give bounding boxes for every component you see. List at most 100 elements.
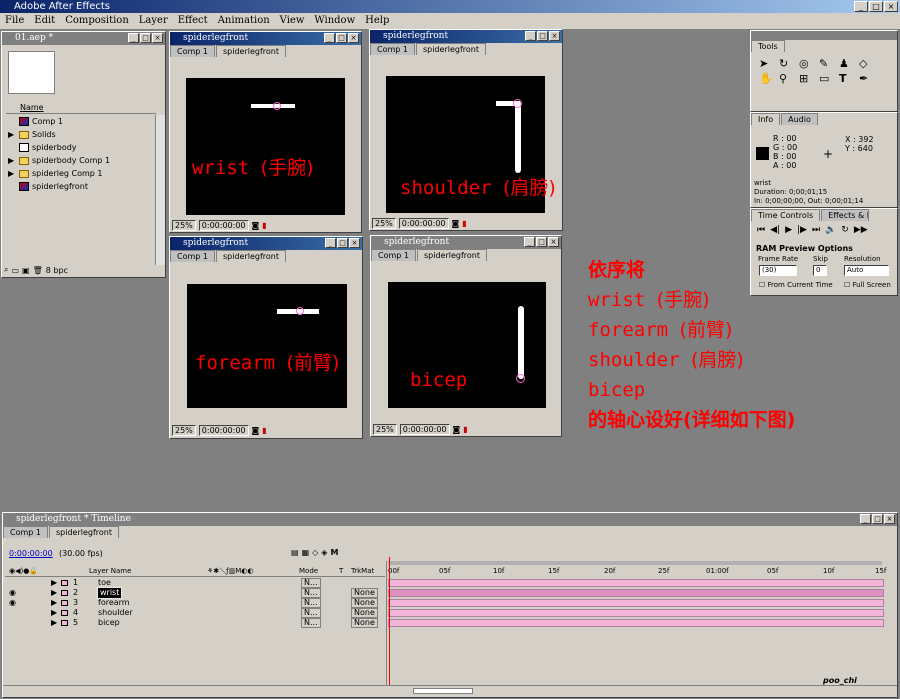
menu-help[interactable]: Help (360, 13, 394, 29)
timeline-close-button[interactable]: × (884, 514, 895, 524)
comp-close-button[interactable]: × (348, 33, 359, 43)
menu-file[interactable]: File (0, 13, 29, 29)
tab-info[interactable]: Info (751, 113, 781, 125)
table-row[interactable]: ▶ 1 toe N... (5, 578, 385, 588)
comp-canvas[interactable] (187, 284, 347, 408)
layer-mode-select[interactable]: N... (301, 608, 321, 618)
layer-name-header[interactable]: Layer Name (89, 565, 131, 577)
project-item[interactable]: ▶ spiderleg Comp 1 (4, 167, 154, 180)
layer-name[interactable]: wrist (96, 587, 123, 599)
last-frame-icon[interactable]: ⏭ (812, 225, 820, 235)
layer-color-label[interactable] (61, 620, 68, 626)
hand-tool-icon[interactable]: ✋ (759, 72, 777, 85)
tab-comp1[interactable]: Comp 1 (170, 45, 215, 57)
layer-duration-bar[interactable] (388, 609, 884, 617)
tab-spiderlegfront[interactable]: spiderlegfront (415, 43, 486, 55)
layer-mode-select[interactable]: N... (301, 618, 321, 628)
camera-icon[interactable]: ◙ (453, 425, 461, 434)
minimize-button[interactable]: _ (854, 1, 868, 12)
anchor-point-icon[interactable] (516, 374, 525, 383)
project-item[interactable]: Comp 1 (4, 115, 154, 128)
zoom-select[interactable]: 25% (172, 219, 196, 231)
layer-name[interactable]: shoulder (98, 608, 133, 618)
camera-icon[interactable]: ◙ (252, 426, 260, 435)
comp-min-button[interactable]: _ (524, 237, 535, 247)
zoom-tool-icon[interactable]: ⚲ (779, 72, 797, 85)
project-item[interactable]: spiderbody (4, 141, 154, 154)
clone-stamp-icon[interactable]: ♟ (839, 57, 857, 70)
layer-color-label[interactable] (61, 580, 68, 586)
project-item[interactable]: ▶ spiderbody Comp 1 (4, 154, 154, 167)
tab-comp1[interactable]: Comp 1 (370, 43, 415, 55)
zoom-select[interactable]: 25% (172, 424, 196, 436)
color-channels-icon[interactable]: ▮ (462, 219, 466, 228)
tab-comp1[interactable]: Comp 1 (170, 250, 215, 262)
selection-tool-icon[interactable]: ➤ (759, 57, 777, 70)
comp-max-button[interactable]: □ (337, 238, 348, 248)
next-frame-icon[interactable]: |▶ (797, 225, 807, 235)
rectangle-mask-icon[interactable]: ▭ (819, 72, 837, 85)
close-button[interactable]: × (884, 1, 898, 12)
camera-tool-icon[interactable]: ◎ (799, 57, 817, 70)
table-row[interactable]: ◉ ▶ 2 wrist N... None (5, 587, 385, 599)
layer-duration-bar[interactable] (388, 579, 884, 587)
mode-header[interactable]: Mode (299, 565, 318, 577)
zoom-select[interactable]: 25% (373, 423, 397, 435)
expand-triangle-icon[interactable]: ▶ (8, 128, 16, 141)
time-ruler[interactable]: 00f 05f 10f 15f 20f 25f 01:00f 05f 10f 1… (386, 561, 886, 577)
layer-duration-bar[interactable] (388, 599, 884, 607)
expand-triangle-icon[interactable]: ▶ (51, 588, 57, 598)
motion-blur-icon[interactable]: ◈ (321, 548, 327, 557)
expand-triangle-icon[interactable]: ▶ (51, 608, 57, 618)
current-time-display[interactable]: 0:00:00:00 (9, 549, 53, 558)
menu-composition[interactable]: Composition (60, 13, 134, 29)
project-name-header[interactable]: Name (6, 102, 156, 114)
full-screen-checkbox[interactable]: ☐ Full Screen (844, 281, 891, 289)
tab-tools[interactable]: Tools (751, 40, 785, 52)
comp-close-button[interactable]: × (549, 31, 560, 41)
tab-time-controls[interactable]: Time Controls (751, 209, 821, 221)
comp-min-button[interactable]: _ (525, 31, 536, 41)
layer-name[interactable]: toe (98, 578, 111, 588)
zoom-select[interactable]: 25% (372, 217, 396, 229)
eraser-tool-icon[interactable]: ◇ (859, 57, 877, 70)
anchor-point-icon[interactable] (296, 307, 304, 315)
table-row[interactable]: ▶ 5 bicep N... None (5, 618, 385, 628)
trkmat-select[interactable]: None (351, 618, 378, 628)
live-update-icon[interactable]: ▦ (302, 548, 310, 557)
anchor-point-icon[interactable] (273, 102, 281, 110)
eye-icon[interactable]: ◉ (9, 598, 16, 608)
new-comp-icon[interactable]: ▣ (22, 266, 30, 275)
timeline-max-button[interactable]: □ (872, 514, 883, 524)
comp-min-button[interactable]: _ (325, 238, 336, 248)
tab-comp1[interactable]: Comp 1 (3, 526, 48, 538)
audio-icon[interactable]: 🔈 (825, 225, 836, 235)
draft-3d-icon[interactable]: ◇ (312, 548, 318, 557)
layer-duration-bar[interactable] (388, 589, 884, 597)
layer-mode-select[interactable]: N... (301, 578, 321, 588)
trkmat-select[interactable]: None (351, 608, 378, 618)
tab-spiderlegfront[interactable]: spiderlegfront (215, 45, 286, 57)
layer-name[interactable]: forearm (98, 598, 130, 608)
project-scrollbar[interactable] (155, 115, 165, 265)
trkmat-select[interactable]: None (351, 588, 378, 598)
comp-canvas[interactable] (186, 78, 345, 215)
expand-triangle-icon[interactable]: ▶ (51, 618, 57, 628)
camera-icon[interactable]: ◙ (452, 219, 460, 228)
bpc-label[interactable]: 8 bpc (46, 266, 68, 275)
comp-close-button[interactable]: × (349, 238, 360, 248)
layer-color-label[interactable] (61, 590, 68, 596)
tab-comp1[interactable]: Comp 1 (371, 249, 416, 261)
ram-preview-icon[interactable]: ▶▶ (854, 225, 868, 235)
timecode-field[interactable]: 0:00:00:00 (198, 424, 249, 436)
project-item[interactable]: spiderlegfront (4, 180, 154, 193)
comp-min-button[interactable]: _ (324, 33, 335, 43)
markers-icon[interactable]: M (330, 548, 338, 557)
brush-tool-icon[interactable]: ✎ (819, 57, 837, 70)
layer-mode-select[interactable]: N... (301, 598, 321, 608)
project-close-button[interactable]: × (152, 33, 163, 43)
menu-layer[interactable]: Layer (134, 13, 173, 29)
menu-animation[interactable]: Animation (213, 13, 275, 29)
layer-mode-select[interactable]: N... (301, 588, 321, 598)
resolution-select[interactable]: Auto (844, 265, 889, 276)
